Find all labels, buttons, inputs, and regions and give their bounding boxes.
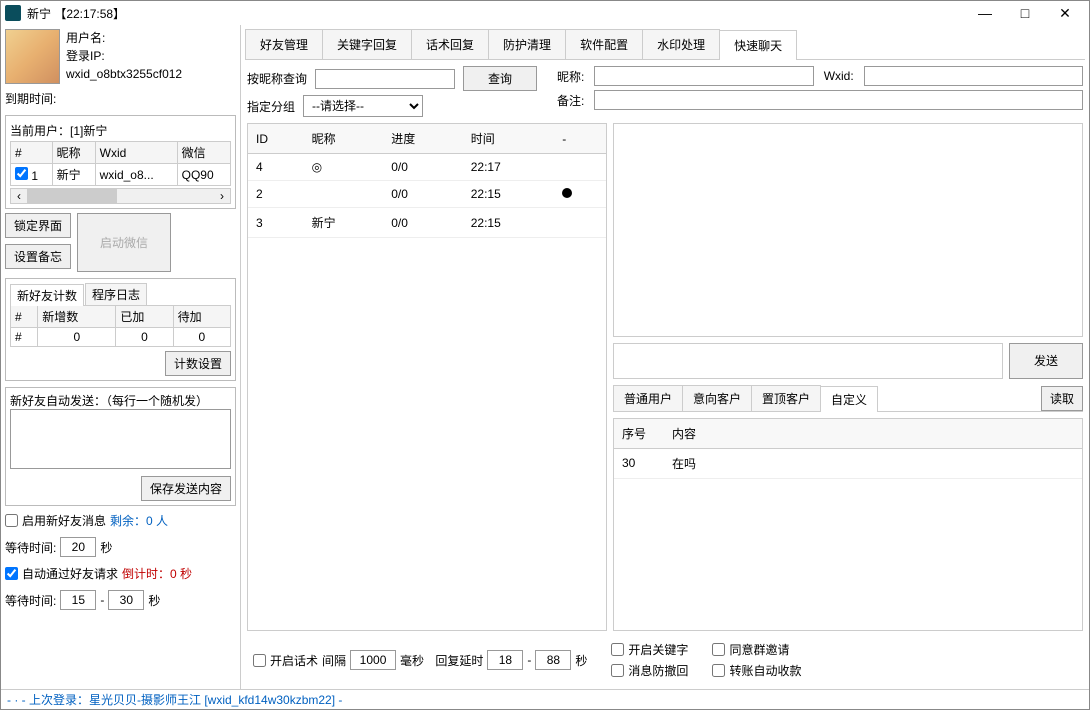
expire-label: 到期时间: [5,90,56,107]
current-user-label: 当前用户：[1]新宁 [10,122,231,139]
window-title: 新宁 【22:17:58】 [27,5,965,22]
table-row[interactable]: 1 新宁 wxid_o8... QQ90 [11,164,231,186]
wxid-input[interactable] [864,66,1083,86]
wait-from-input[interactable] [60,590,96,610]
tab-keyword-reply[interactable]: 关键字回复 [322,29,412,59]
remain-text: 剩余：0 人 [110,512,168,529]
template-row[interactable]: 30 在吗 [614,448,1082,478]
message-area[interactable] [613,123,1083,337]
query-button[interactable]: 查询 [463,66,537,91]
interval-input[interactable] [350,650,396,670]
save-send-button[interactable]: 保存发送内容 [141,476,231,501]
minimize-button[interactable]: — [965,5,1005,21]
tab-config[interactable]: 软件配置 [565,29,643,59]
ip-label: 登录IP: [66,49,105,63]
tab-log[interactable]: 程序日志 [85,283,147,305]
send-button[interactable]: 发送 [1009,343,1083,379]
subtab-top[interactable]: 置顶客户 [751,385,821,411]
username-label: 用户名: [66,31,105,45]
tab-friend-count[interactable]: 新好友计数 [10,284,84,306]
chat-list-table: ID 昵称 进度 时间 - 4◎0/022:17 20/022:15 [248,124,606,238]
main-tabs: 好友管理 关键字回复 话术回复 防护清理 软件配置 水印处理 快速聊天 [245,29,1085,60]
group-select[interactable]: --请选择-- [303,95,423,117]
memo-button[interactable]: 设置备忘 [5,244,71,269]
read-button[interactable]: 读取 [1041,386,1083,411]
app-icon [5,5,21,21]
wxid-value: wxid_o8btx3255cf012 [66,65,182,83]
tab-quick-chat[interactable]: 快速聊天 [719,30,797,60]
tab-guard-clean[interactable]: 防护清理 [488,29,566,59]
lock-button[interactable]: 锁定界面 [5,213,71,238]
maximize-button[interactable]: □ [1005,5,1045,21]
user-row-check[interactable] [15,167,28,180]
query-input[interactable] [315,69,455,89]
list-row[interactable]: 20/022:15 [248,181,606,208]
user-table: # 昵称 Wxid 微信 1 新宁 wxid_o8... QQ90 [10,141,231,186]
send-textarea[interactable] [613,343,1003,379]
tab-watermark[interactable]: 水印处理 [642,29,720,59]
anti-recall-check[interactable] [611,664,624,677]
query-label: 按昵称查询 [247,70,307,87]
delay-from-input[interactable] [487,650,523,670]
auto-send-textarea[interactable] [10,409,231,469]
list-row[interactable]: 4◎0/022:17 [248,154,606,181]
auto-send-label: 新好友自动发送：（每行一个随机发） [10,392,231,409]
template-table: 序号 内容 30 在吗 [614,419,1082,479]
open-keyword-check[interactable] [611,643,624,656]
subtab-normal[interactable]: 普通用户 [613,385,683,411]
nick-input[interactable] [594,66,813,86]
auto-accept-check[interactable] [5,567,18,580]
status-dot-icon [562,188,572,198]
auto-collect-check[interactable] [712,664,725,677]
subtab-intent[interactable]: 意向客户 [682,385,752,411]
avatar [5,29,60,84]
count-table: # 新增数 已加 待加 # 0 0 0 [10,305,231,347]
close-button[interactable]: ✕ [1045,5,1085,22]
memo-input[interactable] [594,90,1083,110]
countdown-text: 倒计时：0 秒 [122,565,192,582]
h-scrollbar[interactable]: ‹› [10,188,231,204]
enable-new-friend-check[interactable] [5,514,18,527]
open-script-check[interactable] [253,654,266,667]
wait-input[interactable] [60,537,96,557]
count-set-button[interactable]: 计数设置 [165,351,231,376]
subtab-custom[interactable]: 自定义 [820,386,878,412]
group-label: 指定分组 [247,98,295,115]
agree-group-check[interactable] [712,643,725,656]
list-row[interactable]: 3新宁0/022:15 [248,208,606,238]
wait-to-input[interactable] [108,590,144,610]
tab-friend-mgmt[interactable]: 好友管理 [245,29,323,59]
status-bar: - · - 上次登录：星光贝贝-摄影师王江 [wxid_kfd14w30kzbm… [1,689,1089,709]
start-wechat-button[interactable]: 启动微信 [77,213,171,272]
delay-to-input[interactable] [535,650,571,670]
tab-script-reply[interactable]: 话术回复 [411,29,489,59]
